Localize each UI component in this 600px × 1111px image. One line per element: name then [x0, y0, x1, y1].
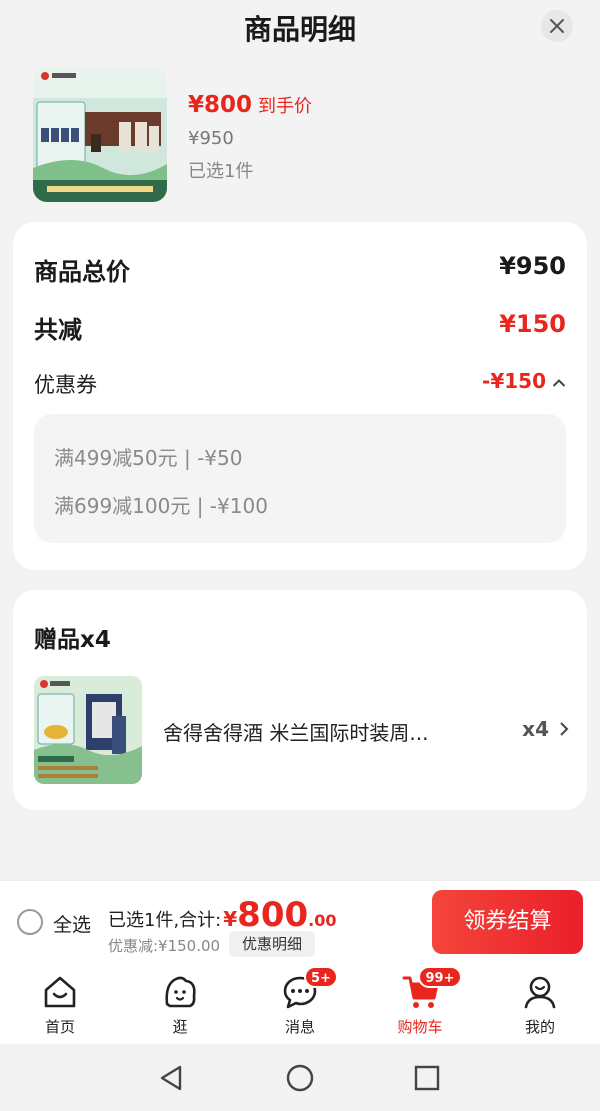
- tab-label: 我的: [524, 1018, 555, 1036]
- selected-count: 已选1件: [188, 161, 254, 182]
- reduce-label: 共减: [34, 316, 82, 344]
- price-summary-card: 商品总价 ¥950 共减 ¥150 优惠券 -¥150 满499减50元 | -…: [13, 222, 587, 570]
- total-amount: 800: [237, 895, 309, 935]
- coupon-toggle[interactable]: -¥150: [482, 369, 566, 393]
- message-badge: 5+: [304, 966, 338, 988]
- tab-label: 首页: [44, 1018, 75, 1036]
- checkout-bar: 全选 已选1件,合计: ¥800.00 优惠减:¥150.00 优惠明细 领券结算: [0, 880, 600, 964]
- close-button[interactable]: [541, 10, 573, 42]
- gift-image[interactable]: [34, 676, 142, 784]
- bottom-tab-bar: 首页 逛 5+ 消息 99+ 购物车 我的: [0, 964, 600, 1044]
- chevron-right-icon[interactable]: [559, 721, 569, 737]
- tab-messages[interactable]: 5+ 消息: [240, 964, 360, 1044]
- select-all-checkbox[interactable]: [17, 909, 43, 935]
- tab-profile[interactable]: 我的: [480, 964, 600, 1044]
- coupon-row[interactable]: 优惠券 -¥150: [34, 369, 566, 399]
- home-circle-icon[interactable]: [286, 1064, 314, 1092]
- tab-cart[interactable]: 99+ 购物车: [360, 964, 480, 1044]
- close-icon: [550, 19, 564, 33]
- final-price: ¥800: [188, 92, 253, 118]
- profile-icon: [524, 976, 556, 1009]
- system-nav-bar: [0, 1044, 600, 1111]
- total-line: 已选1件,合计: ¥800.00: [108, 895, 337, 935]
- coupon-item: 满699减100元 | -¥100: [54, 494, 268, 518]
- coupon-label: 优惠券: [34, 373, 97, 397]
- sheet-header: 商品明细: [0, 0, 600, 56]
- coupon-item: 满499减50元 | -¥50: [54, 446, 243, 470]
- gift-name[interactable]: 舍得舍得酒 米兰国际时装周...: [163, 717, 428, 746]
- browse-face-icon: [165, 976, 196, 1008]
- total-row: 商品总价 ¥950: [34, 252, 566, 287]
- reduce-row: 共减 ¥150: [34, 310, 566, 345]
- coupon-value: -¥150: [482, 369, 546, 393]
- home-icon: [44, 976, 76, 1008]
- coupon-list: 满499减50元 | -¥50 满699减100元 | -¥100: [34, 414, 566, 543]
- tab-browse[interactable]: 逛: [120, 964, 240, 1044]
- gift-card: 赠品x4 舍得舍得酒 米兰国际时装周... x4: [13, 590, 587, 810]
- tab-home[interactable]: 首页: [0, 964, 120, 1044]
- total-prefix: 已选1件,合计:: [108, 910, 222, 931]
- total-currency: ¥: [223, 907, 238, 931]
- select-all-label[interactable]: 全选: [53, 910, 91, 937]
- checkout-button[interactable]: 领券结算: [432, 890, 583, 954]
- chevron-up-icon: [552, 378, 566, 387]
- discount-detail-button[interactable]: 优惠明细: [229, 931, 315, 957]
- gift-title: 赠品x4: [34, 627, 111, 653]
- product-image: [33, 68, 167, 202]
- back-icon[interactable]: [158, 1064, 184, 1092]
- recent-apps-icon[interactable]: [414, 1065, 440, 1091]
- reduce-value: ¥150: [499, 310, 566, 338]
- tab-label: 购物车: [397, 1018, 443, 1036]
- original-price: ¥950: [188, 128, 234, 149]
- tab-label: 逛: [172, 1018, 188, 1036]
- final-price-tag: 到手价: [258, 96, 313, 117]
- price-line: ¥800 到手价: [188, 92, 312, 118]
- total-label: 商品总价: [34, 258, 130, 286]
- total-decimals: .00: [308, 911, 337, 930]
- gift-quantity: x4: [522, 717, 549, 741]
- cart-badge: 99+: [418, 966, 462, 988]
- sheet-title: 商品明细: [243, 13, 356, 46]
- tab-label: 消息: [284, 1018, 315, 1036]
- total-value: ¥950: [499, 252, 566, 280]
- discount-text: 优惠减:¥150.00: [108, 937, 221, 955]
